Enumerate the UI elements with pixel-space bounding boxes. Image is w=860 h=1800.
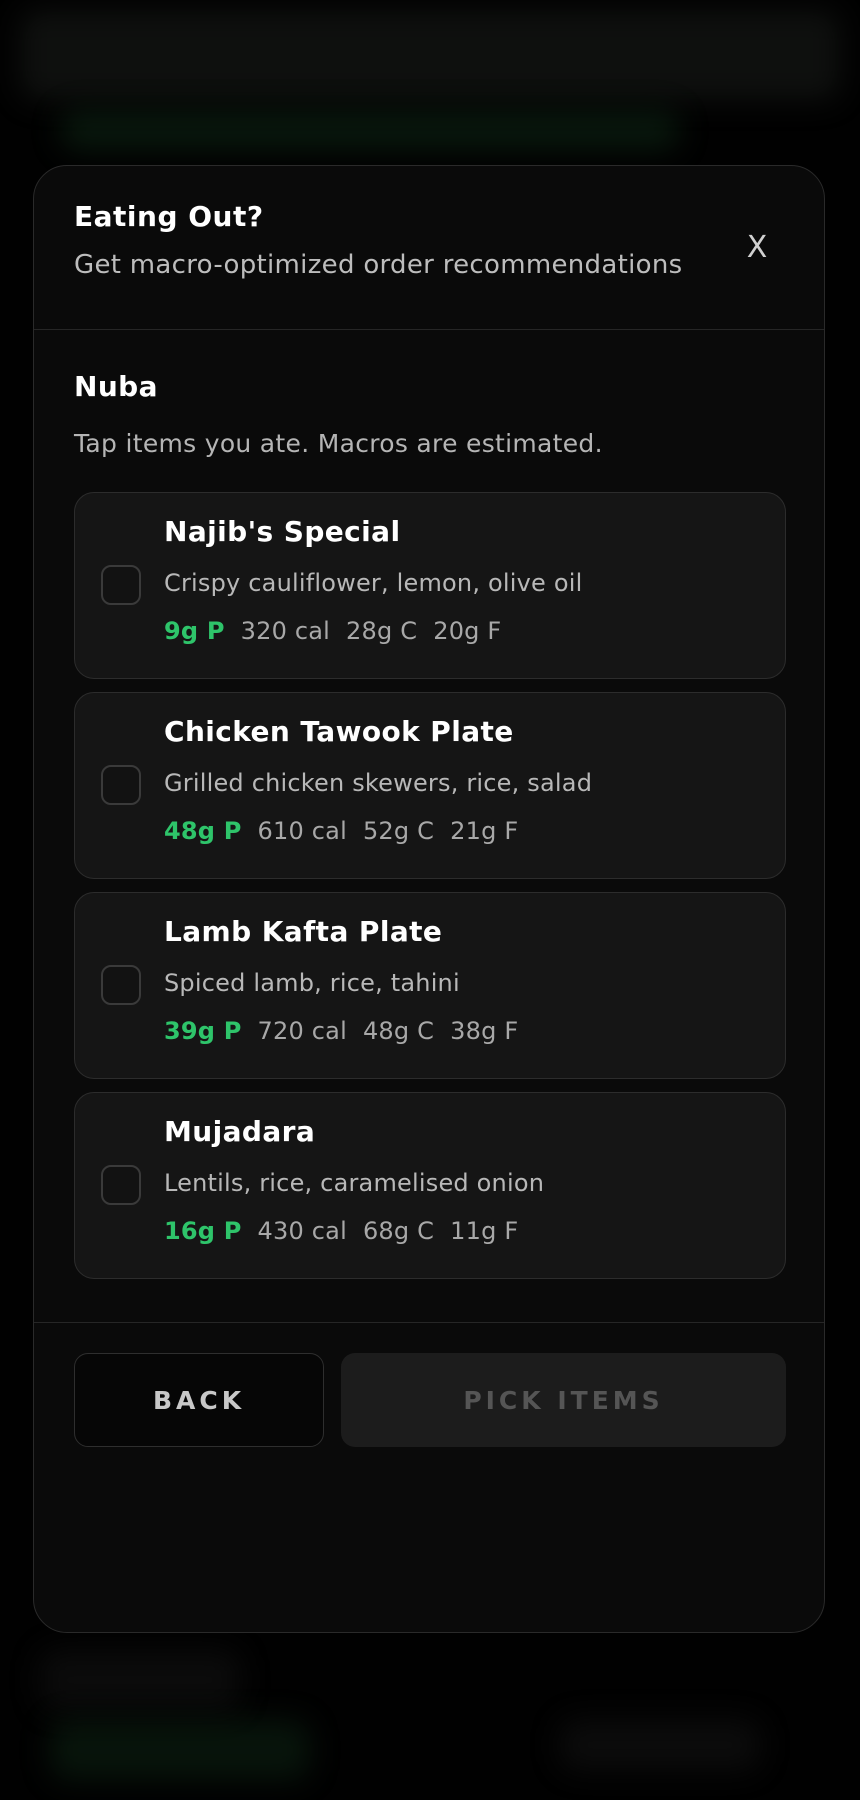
- item-checkbox[interactable]: [101, 965, 141, 1005]
- modal-footer: BACK PICK ITEMS: [34, 1322, 824, 1463]
- close-button[interactable]: X: [734, 224, 780, 270]
- pick-items-button[interactable]: PICK ITEMS: [341, 1353, 786, 1447]
- item-description: Spiced lamb, rice, tahini: [164, 969, 460, 997]
- menu-item-mujadara[interactable]: Mujadara Lentils, rice, caramelised onio…: [74, 1092, 786, 1279]
- item-name: Mujadara: [164, 1115, 316, 1148]
- item-macros: 48g P 610 cal 52g C 21g F: [164, 817, 518, 845]
- macro-carbs: 48g C: [362, 1017, 435, 1045]
- item-description: Crispy cauliflower, lemon, olive oil: [164, 569, 583, 597]
- menu-item-lamb-kafta-plate[interactable]: Lamb Kafta Plate Spiced lamb, rice, tahi…: [74, 892, 786, 1079]
- macro-carbs: 52g C: [362, 817, 435, 845]
- item-macros: 39g P 720 cal 48g C 38g F: [164, 1017, 518, 1045]
- macro-calories: 320 cal: [240, 617, 331, 645]
- modal-header: Eating Out? Get macro-optimized order re…: [34, 166, 824, 330]
- backdrop-green-bar: [60, 110, 680, 150]
- backdrop-header-glow: [20, 10, 840, 100]
- item-checkbox[interactable]: [101, 765, 141, 805]
- item-name: Najib's Special: [164, 515, 401, 548]
- macro-fat: 21g F: [450, 817, 519, 845]
- macro-calories: 430 cal: [257, 1217, 347, 1245]
- item-name: Lamb Kafta Plate: [164, 915, 443, 948]
- back-button[interactable]: BACK: [74, 1353, 324, 1447]
- eating-out-modal: Eating Out? Get macro-optimized order re…: [33, 165, 825, 1633]
- menu-item-list: Najib's Special Crispy cauliflower, lemo…: [74, 492, 786, 1279]
- macro-calories: 720 cal: [257, 1017, 347, 1045]
- macro-fat: 38g F: [450, 1017, 519, 1045]
- macro-protein: 9g P: [164, 617, 225, 645]
- item-macros: 9g P 320 cal 28g C 20g F: [164, 617, 501, 645]
- macro-carbs: 68g C: [362, 1217, 435, 1245]
- restaurant-name: Nuba: [74, 370, 158, 403]
- modal-title: Eating Out?: [74, 200, 264, 233]
- macro-protein: 39g P: [164, 1017, 242, 1045]
- close-icon: X: [746, 229, 768, 265]
- macro-fat: 11g F: [450, 1217, 519, 1245]
- macro-carbs: 28g C: [346, 617, 418, 645]
- menu-item-chicken-tawook-plate[interactable]: Chicken Tawook Plate Grilled chicken ske…: [74, 692, 786, 879]
- backdrop-bottom-green: [50, 1720, 310, 1780]
- item-name: Chicken Tawook Plate: [164, 715, 514, 748]
- backdrop-bottom-card: [40, 1650, 240, 1710]
- item-description: Grilled chicken skewers, rice, salad: [164, 769, 593, 797]
- item-checkbox[interactable]: [101, 1165, 141, 1205]
- item-macros: 16g P 430 cal 68g C 11g F: [164, 1217, 518, 1245]
- item-checkbox[interactable]: [101, 565, 141, 605]
- macro-calories: 610 cal: [257, 817, 347, 845]
- macro-protein: 48g P: [164, 817, 242, 845]
- instructions-text: Tap items you ate. Macros are estimated.: [74, 429, 603, 458]
- backdrop-bottom-gray: [560, 1720, 760, 1770]
- macro-protein: 16g P: [164, 1217, 242, 1245]
- modal-body: Nuba Tap items you ate. Macros are estim…: [34, 330, 824, 1279]
- modal-subtitle: Get macro-optimized order recommendation…: [74, 250, 683, 280]
- macro-fat: 20g F: [433, 617, 502, 645]
- menu-item-najibs-special[interactable]: Najib's Special Crispy cauliflower, lemo…: [74, 492, 786, 679]
- item-description: Lentils, rice, caramelised onion: [164, 1169, 545, 1197]
